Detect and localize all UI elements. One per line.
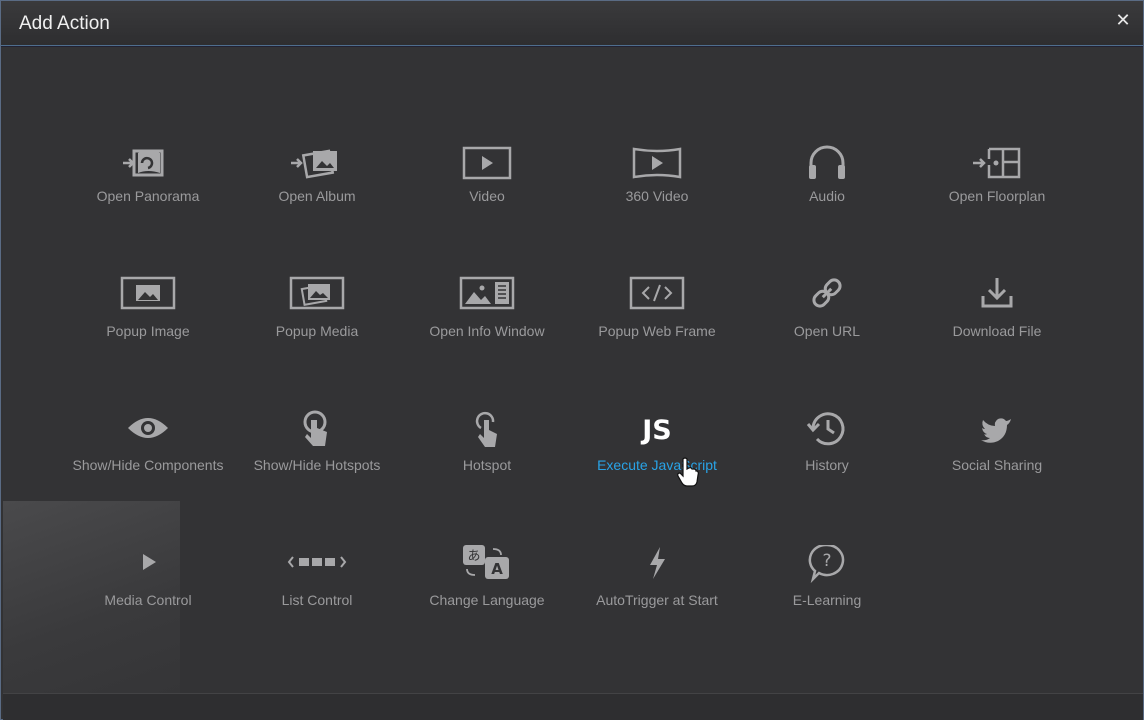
action-open-panorama[interactable]: Open Panorama bbox=[63, 141, 233, 251]
hand-pointer-icon bbox=[457, 410, 517, 454]
twitter-icon bbox=[967, 410, 1027, 454]
question-icon: ? bbox=[797, 543, 857, 589]
action-label: Execute JavaScript bbox=[597, 457, 717, 473]
add-action-dialog: Add Action ✕ Open Panorama Open Album Vi… bbox=[0, 0, 1144, 720]
action-show-hide-components[interactable]: Show/Hide Components bbox=[63, 410, 233, 520]
action-label: Download File bbox=[952, 323, 1042, 339]
action-label: Hotspot bbox=[462, 457, 512, 473]
svg-text:あ: あ bbox=[467, 549, 480, 564]
action-open-info-window[interactable]: Open Info Window bbox=[402, 276, 572, 386]
action-label: Audio bbox=[809, 188, 845, 204]
link-icon bbox=[797, 276, 857, 320]
video-icon bbox=[457, 141, 517, 185]
action-open-url[interactable]: Open URL bbox=[742, 276, 912, 386]
action-label: AutoTrigger at Start bbox=[596, 592, 718, 608]
action-show-hide-hotspots[interactable]: Show/Hide Hotspots bbox=[232, 410, 402, 520]
action-label: Show/Hide Components bbox=[72, 457, 224, 473]
action-audio[interactable]: Audio bbox=[742, 141, 912, 251]
dialog-title: Add Action bbox=[19, 13, 110, 34]
hand-cursor-icon bbox=[677, 457, 699, 487]
action-e-learning[interactable]: ? E-Learning bbox=[742, 543, 912, 655]
open-panorama-icon bbox=[118, 141, 178, 185]
action-360-video[interactable]: 360 Video bbox=[572, 141, 742, 251]
action-popup-image[interactable]: Popup Image bbox=[63, 276, 233, 386]
action-social-sharing[interactable]: Social Sharing bbox=[912, 410, 1082, 520]
action-label: 360 Video bbox=[625, 188, 689, 204]
action-change-language[interactable]: あA Change Language bbox=[402, 545, 572, 655]
javascript-icon: JS bbox=[627, 410, 687, 454]
action-history[interactable]: History bbox=[742, 410, 912, 520]
hand-tap-icon bbox=[287, 410, 347, 454]
svg-text:A: A bbox=[491, 560, 503, 578]
action-label: Open Floorplan bbox=[948, 188, 1046, 204]
action-open-album[interactable]: Open Album bbox=[232, 141, 402, 251]
action-hotspot[interactable]: Hotspot bbox=[402, 410, 572, 520]
dialog-footer bbox=[3, 693, 1143, 720]
translate-icon: あA bbox=[457, 545, 517, 589]
eye-icon bbox=[118, 410, 178, 454]
image-icon bbox=[118, 276, 178, 320]
dialog-titlebar: Add Action ✕ bbox=[1, 1, 1143, 46]
action-label: Open Panorama bbox=[96, 188, 200, 204]
action-autotrigger-at-start[interactable]: AutoTrigger at Start bbox=[572, 545, 742, 655]
video-360-icon bbox=[627, 141, 687, 185]
action-label: Popup Image bbox=[106, 323, 190, 339]
action-label: Show/Hide Hotspots bbox=[253, 457, 381, 473]
download-icon bbox=[967, 276, 1027, 320]
info-window-icon bbox=[457, 276, 517, 320]
code-icon bbox=[627, 276, 687, 320]
action-label: Media Control bbox=[104, 592, 192, 608]
headphones-icon bbox=[797, 141, 857, 185]
action-popup-web-frame[interactable]: Popup Web Frame bbox=[572, 276, 742, 386]
action-label: List Control bbox=[281, 592, 353, 608]
list-control-icon bbox=[287, 545, 347, 589]
action-popup-media[interactable]: Popup Media bbox=[232, 276, 402, 386]
action-label: Video bbox=[469, 188, 505, 204]
action-label: Popup Media bbox=[275, 323, 359, 339]
action-list-control[interactable]: List Control bbox=[232, 545, 402, 655]
action-open-floorplan[interactable]: Open Floorplan bbox=[912, 141, 1082, 251]
svg-text:?: ? bbox=[822, 551, 831, 571]
action-label: Open Info Window bbox=[429, 323, 545, 339]
action-execute-javascript[interactable]: JS Execute JavaScript bbox=[572, 410, 742, 520]
history-icon bbox=[797, 410, 857, 454]
javascript-icon-text: JS bbox=[640, 415, 672, 446]
media-icon bbox=[287, 276, 347, 320]
action-label: Social Sharing bbox=[951, 457, 1043, 473]
action-label: Open Album bbox=[278, 188, 356, 204]
floorplan-icon bbox=[967, 141, 1027, 185]
action-label: Open URL bbox=[793, 323, 861, 339]
close-icon[interactable]: ✕ bbox=[1113, 9, 1133, 31]
lightning-icon bbox=[627, 545, 687, 589]
action-download-file[interactable]: Download File bbox=[912, 276, 1082, 386]
action-label: Popup Web Frame bbox=[598, 323, 716, 339]
action-label: E-Learning bbox=[792, 592, 862, 608]
open-album-icon bbox=[287, 141, 347, 185]
play-icon bbox=[118, 545, 178, 589]
action-video[interactable]: Video bbox=[402, 141, 572, 251]
action-label: History bbox=[805, 457, 849, 473]
action-media-control[interactable]: Media Control bbox=[63, 545, 233, 655]
action-label: Change Language bbox=[429, 592, 545, 608]
